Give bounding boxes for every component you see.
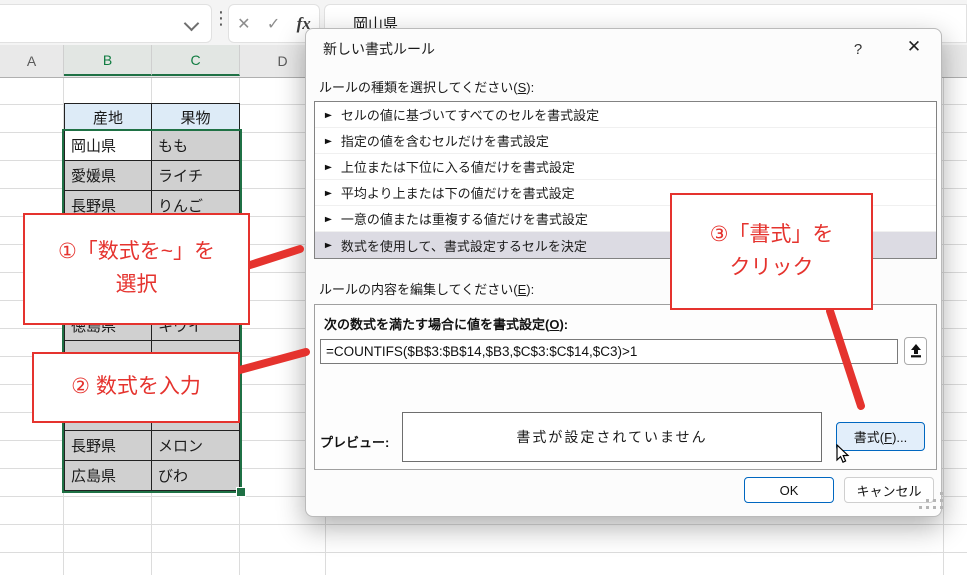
rule-arrow-icon xyxy=(323,136,335,146)
mouse-cursor xyxy=(836,444,850,464)
step1-text-line2: 選択 xyxy=(115,273,158,296)
cancel-button[interactable]: キャンセル xyxy=(844,477,934,503)
step1-text-line1: ①「数式を~」を xyxy=(57,240,216,264)
cell-c13[interactable]: メロン xyxy=(152,431,240,461)
collapse-dialog-button[interactable] xyxy=(904,337,927,365)
preview-box: 書式が設定されていません xyxy=(402,412,822,462)
formula-label: 次の数式を満たす場合に値を書式設定(O): xyxy=(324,317,569,332)
cancel-icon[interactable]: ✕ xyxy=(237,14,250,34)
step2-text: ② 数式を入力 xyxy=(71,375,201,399)
step3-text-line2: クリック xyxy=(729,255,814,279)
table-header-fruit[interactable]: 果物 xyxy=(152,103,240,131)
column-header-a[interactable]: A xyxy=(0,45,64,76)
rule-item-cell-value[interactable]: セルの値に基づいてすべてのセルを書式設定 xyxy=(315,102,936,128)
gridline-right xyxy=(943,77,944,575)
preview-label: プレビュー: xyxy=(320,435,390,450)
cell-b13[interactable]: 長野県 xyxy=(64,431,152,461)
cell-c3[interactable]: もも xyxy=(152,131,240,161)
rule-type-label: ルールの種類を選択してください(S): xyxy=(319,80,535,95)
rule-arrow-icon xyxy=(323,214,335,224)
resize-grip[interactable] xyxy=(926,499,936,502)
collapse-arrow-icon xyxy=(910,344,921,358)
rule-arrow-icon xyxy=(323,188,335,198)
cell-b4[interactable]: 愛媛県 xyxy=(64,161,152,191)
close-icon[interactable]: ✕ xyxy=(898,33,930,61)
step2-callout: ② 数式を入力 xyxy=(32,352,240,423)
cell-b14[interactable]: 広島県 xyxy=(64,461,152,491)
step3-text-line1: ③「書式」を xyxy=(709,222,834,246)
rule-item-contains[interactable]: 指定の値を含むセルだけを書式設定 xyxy=(315,128,936,154)
rule-arrow-icon xyxy=(323,110,335,120)
name-box[interactable] xyxy=(0,4,212,43)
fill-handle[interactable] xyxy=(236,487,246,497)
column-header-b[interactable]: B xyxy=(64,45,152,76)
cell-c14[interactable]: びわ xyxy=(152,461,240,491)
cell-c4[interactable]: ライチ xyxy=(152,161,240,191)
dialog-title: 新しい書式ルール xyxy=(323,41,435,57)
edit-rule-label: ルールの内容を編集してください(E): xyxy=(319,282,535,297)
cell-b3[interactable]: 岡山県 xyxy=(64,131,152,161)
rule-arrow-icon xyxy=(323,162,335,172)
table-header-origin[interactable]: 産地 xyxy=(64,103,152,131)
ok-button[interactable]: OK xyxy=(744,477,834,503)
step1-callout: ①「数式を~」を 選択 xyxy=(23,213,250,325)
column-header-c[interactable]: C xyxy=(152,45,240,76)
enter-icon[interactable]: ✓ xyxy=(267,14,280,34)
rule-arrow-icon xyxy=(323,240,335,250)
formula-input[interactable]: =COUNTIFS($B$3:$B$14,$B3,$C$3:$C$14,$C3)… xyxy=(320,339,898,364)
chevron-down-icon[interactable] xyxy=(183,15,200,32)
help-icon[interactable]: ? xyxy=(846,37,870,61)
rule-item-top-bottom[interactable]: 上位または下位に入る値だけを書式設定 xyxy=(315,154,936,180)
excel-window: ⋮ ✕ ✓ fx 岡山県 A B C D 産地 果物 岡山県 もも 愛媛県 ライチ … xyxy=(0,0,967,575)
step3-callout: ③「書式」を クリック xyxy=(670,193,873,310)
